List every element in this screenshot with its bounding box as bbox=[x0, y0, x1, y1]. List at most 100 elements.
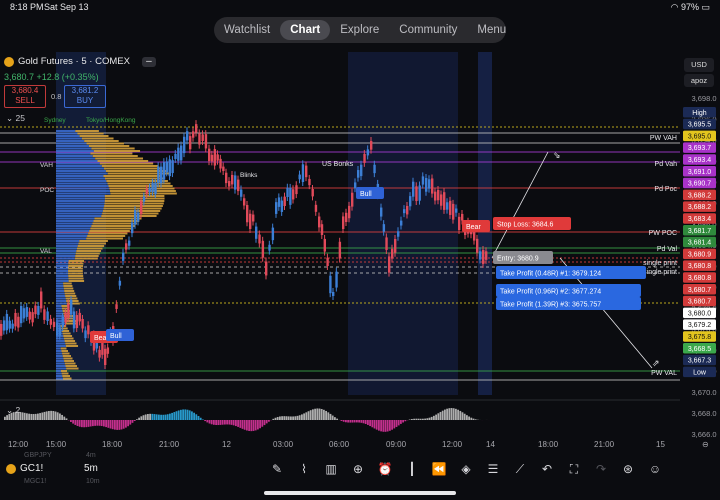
collapse-icon[interactable]: – bbox=[141, 56, 156, 67]
oscillator-bar bbox=[397, 420, 400, 426]
oscillator-bar bbox=[213, 420, 215, 425]
level-label: single print bbox=[643, 269, 677, 276]
oscillator-bar bbox=[309, 410, 312, 420]
symbol-header[interactable]: Gold Futures · 5 · COMEX – bbox=[4, 56, 156, 67]
volume-profile-bar bbox=[61, 372, 69, 375]
candle-body bbox=[237, 179, 240, 192]
candle-body bbox=[64, 312, 67, 323]
volume-profile-bar bbox=[91, 147, 135, 150]
volume-profile-bar bbox=[56, 260, 69, 262]
profile-label-vah: VAH bbox=[40, 162, 53, 169]
currency-selector[interactable]: USD bbox=[684, 58, 714, 72]
oscillator-bar bbox=[448, 408, 451, 420]
oscillator-bar bbox=[235, 420, 237, 427]
trade-icon[interactable]: ⟋ bbox=[511, 460, 529, 478]
trade-panel-icon[interactable]: ⊛ bbox=[619, 460, 637, 478]
volume-profile-bar bbox=[56, 360, 65, 362]
scale-mode-selector[interactable]: apoz bbox=[684, 74, 714, 87]
oscillator-bar bbox=[252, 420, 255, 431]
buy-button[interactable]: 3,681.2 BUY bbox=[64, 85, 106, 108]
oscillator-bar bbox=[463, 413, 466, 420]
oscillator-bar bbox=[89, 420, 92, 427]
ghost-timeframe: 4m bbox=[86, 452, 96, 459]
candle-body bbox=[332, 291, 335, 297]
volume-profile-bar bbox=[56, 142, 87, 145]
add-icon[interactable]: ⊕ bbox=[349, 460, 367, 478]
oscillator-bar bbox=[140, 416, 143, 420]
oscillator-toggle[interactable]: ⌄ 2 bbox=[6, 405, 20, 416]
volume-profile-bar bbox=[56, 285, 64, 287]
price-badge-text: 3,681.7 bbox=[688, 228, 711, 235]
volume-profile-bar bbox=[56, 132, 78, 135]
volume-profile-bar bbox=[109, 190, 176, 192]
candle-body bbox=[314, 204, 318, 212]
volume-profile-bar bbox=[56, 227, 91, 230]
time-axis-settings-icon[interactable]: ⊖ bbox=[702, 440, 709, 449]
oscillator-bar bbox=[48, 410, 50, 420]
level-label: Pd Val bbox=[657, 246, 678, 253]
tab-community[interactable]: Community bbox=[389, 20, 467, 40]
candle-body bbox=[95, 342, 98, 349]
candle-body bbox=[265, 261, 268, 276]
settings-icon[interactable]: ☰ bbox=[484, 460, 502, 478]
layers-icon[interactable]: ◈ bbox=[457, 460, 475, 478]
volume-profile-bar bbox=[64, 360, 75, 362]
timeframe-selector[interactable]: 5m bbox=[84, 463, 98, 474]
volume-profile-bar bbox=[68, 272, 83, 275]
oscillator-bar bbox=[127, 420, 129, 427]
ticker-selector[interactable]: GC1! bbox=[6, 463, 43, 474]
price-badge-text: 3,680.9 bbox=[688, 251, 711, 258]
price-badge-text: 3,680.8 bbox=[688, 263, 711, 270]
tab-explore[interactable]: Explore bbox=[330, 20, 389, 40]
oscillator-bar bbox=[83, 420, 85, 428]
candle-body bbox=[174, 153, 177, 159]
tab-watchlist[interactable]: Watchlist bbox=[214, 20, 280, 40]
candle-body bbox=[204, 134, 208, 149]
more-icon[interactable]: ☺ bbox=[646, 460, 664, 478]
candle-type-icon[interactable]: ┃ bbox=[403, 460, 421, 478]
oscillator-bar bbox=[186, 409, 189, 420]
bear-signal-text: Bear bbox=[466, 224, 481, 231]
oscillator-bar bbox=[191, 411, 193, 420]
volume-profile-bar bbox=[86, 237, 123, 240]
oscillator-bar bbox=[320, 408, 323, 420]
candle-body bbox=[252, 214, 255, 222]
spread-value: 0.8 bbox=[51, 92, 62, 101]
pen-icon[interactable]: ✎ bbox=[268, 460, 286, 478]
replay-icon[interactable]: ⏪ bbox=[430, 460, 448, 478]
candle-body bbox=[0, 323, 3, 336]
price-chart[interactable]: 3,698.03,696.03,694.03,692.03,690.03,688… bbox=[0, 52, 720, 440]
volume-profile-bar bbox=[56, 350, 62, 352]
tab-menu[interactable]: Menu bbox=[467, 20, 516, 40]
tab-chart[interactable]: Chart bbox=[280, 20, 331, 40]
oscillator-bar bbox=[301, 414, 303, 420]
candle-body bbox=[84, 330, 87, 339]
volume-profile-bar bbox=[56, 155, 93, 157]
undo-icon[interactable]: ↶ bbox=[538, 460, 556, 478]
candle-body bbox=[8, 320, 11, 329]
fullscreen-icon[interactable]: ⛶ bbox=[565, 460, 583, 478]
oscillator-bar bbox=[199, 417, 202, 420]
candle-body bbox=[415, 186, 418, 202]
candle-body bbox=[75, 315, 79, 329]
templates-icon[interactable]: ▥ bbox=[322, 460, 340, 478]
redo-icon[interactable]: ↷ bbox=[592, 460, 610, 478]
oscillator-bar bbox=[268, 420, 270, 422]
level-label: PW POC bbox=[649, 230, 677, 237]
price-badge-text: 3,690.7 bbox=[688, 181, 711, 188]
time-axis[interactable]: 12:00 15:00 18:00 21:00 12 03:00 06:00 0… bbox=[0, 438, 720, 452]
sell-button[interactable]: 3,680.4 SELL bbox=[4, 85, 46, 108]
candle-body bbox=[370, 141, 373, 150]
oscillator-bar bbox=[72, 420, 74, 424]
alert-icon[interactable]: ⏰ bbox=[376, 460, 394, 478]
oscillator-bar bbox=[433, 415, 435, 420]
sell-label: SELL bbox=[15, 96, 35, 105]
candle-body bbox=[140, 201, 143, 215]
oscillator-bar bbox=[393, 420, 396, 429]
candle-body bbox=[180, 145, 183, 161]
indicators-icon[interactable]: ⌇ bbox=[295, 460, 313, 478]
oscillator-bar bbox=[450, 408, 453, 420]
indicators-toggle[interactable]: ⌄ 25 bbox=[6, 113, 25, 124]
candle-body bbox=[243, 198, 246, 206]
time-tick: 18:00 bbox=[538, 440, 559, 449]
